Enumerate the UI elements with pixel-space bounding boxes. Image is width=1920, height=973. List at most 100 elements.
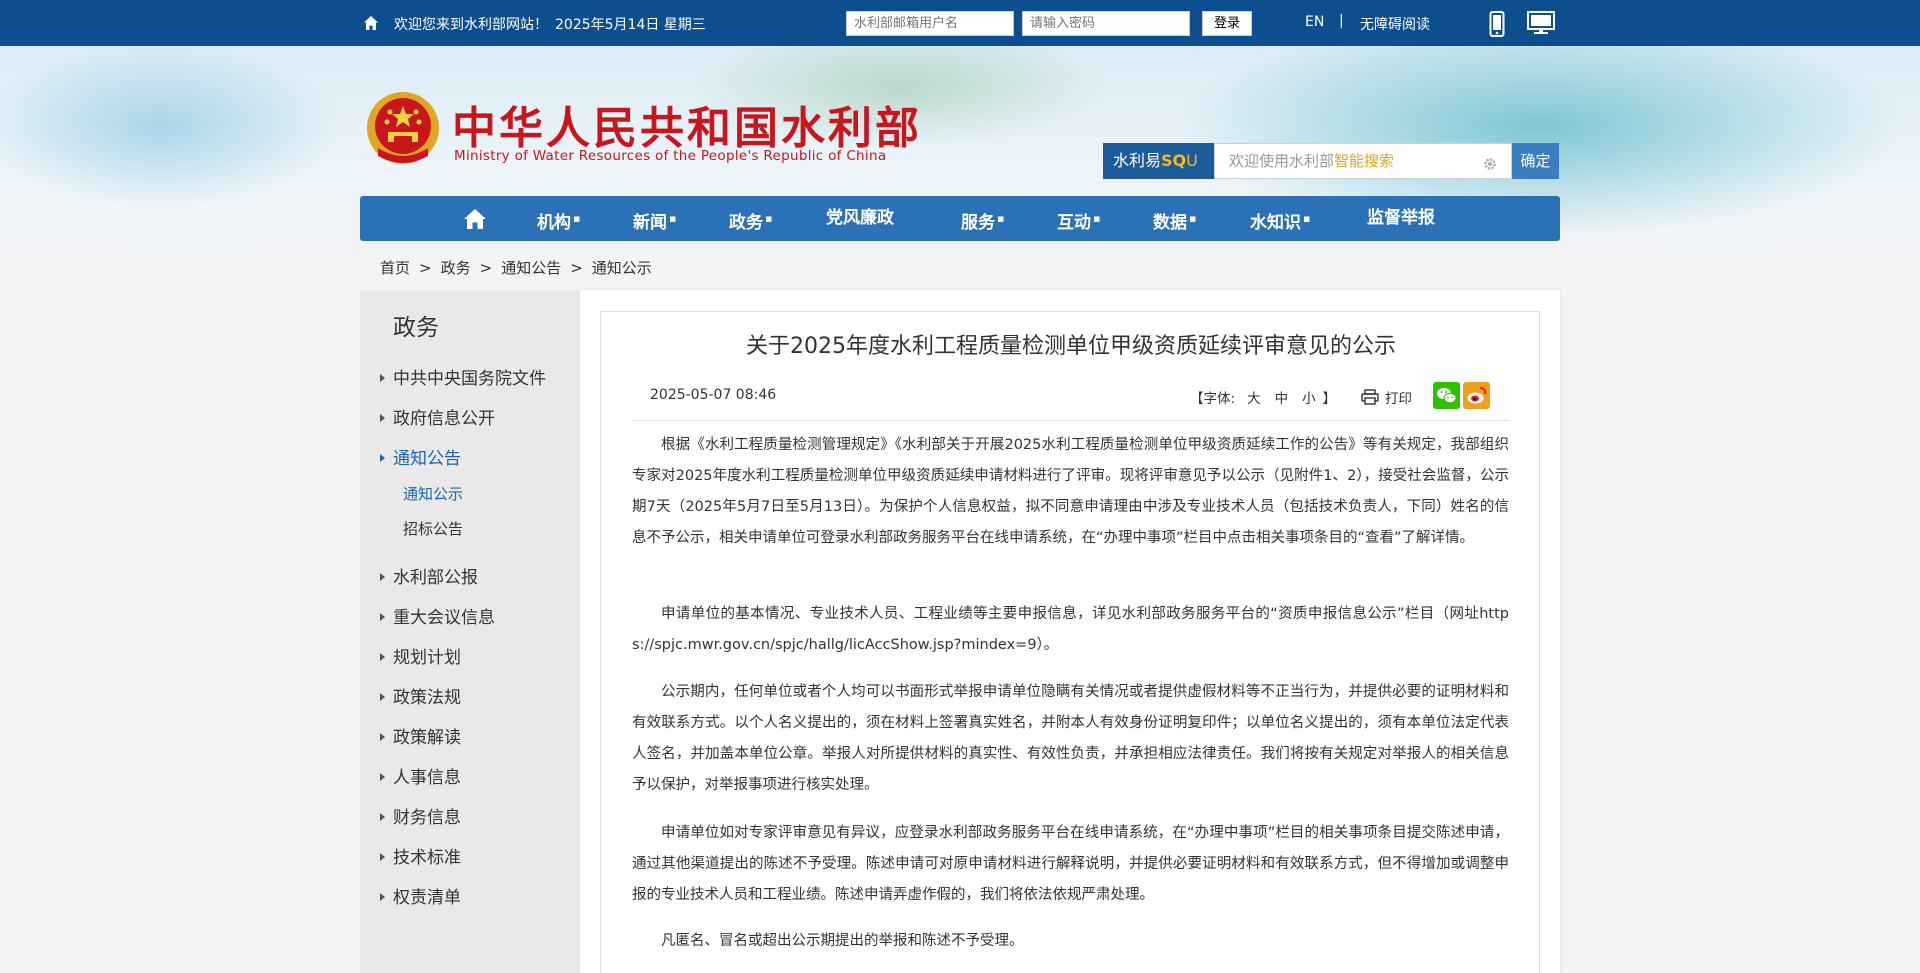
triangle-right-icon [380, 773, 385, 781]
article-paragraph: 申请单位的基本情况、专业技术人员、工程业绩等主要申报信息，详见水利部政务服务平台… [632, 606, 1509, 653]
nav-item-label: 水知识 [1250, 213, 1301, 233]
sidebar-item-tongzhigonggao[interactable]: 通知公告 [380, 444, 461, 469]
breadcrumb-separator: > [419, 259, 432, 277]
nav-item-dangfeng[interactable]: 党风廉政 [826, 196, 894, 241]
nav-item-label: 互动 [1057, 213, 1091, 233]
sidebar-item-label: 技术标准 [393, 848, 461, 868]
sidebar-item-zhonggong[interactable]: 中共中央国务院文件 [380, 364, 546, 389]
triangle-right-icon [380, 374, 385, 382]
breadcrumb-separator: > [570, 259, 583, 277]
english-link[interactable]: EN [1305, 14, 1324, 30]
sidebar-subitem-tongzhigongshi[interactable]: 通知公示 [403, 483, 463, 504]
nav-item-fuwu[interactable]: 服务 ▪ [961, 196, 1004, 241]
sidebar-item-label: 人事信息 [393, 768, 461, 788]
triangle-right-icon [380, 853, 385, 861]
nav-item-shuizhishi[interactable]: 水知识 ▪ [1250, 196, 1310, 241]
nav-item-xinwen[interactable]: 新闻 ▪ [633, 196, 676, 241]
article-paragraph: 公示期内，任何单位或者个人均可以书面形式举报申请单位隐瞒有关情况或者提供虚假材料… [632, 684, 1509, 793]
breadcrumb-separator: > [479, 259, 493, 277]
sidebar-item-xinxigongkai[interactable]: 政府信息公开 [380, 404, 495, 429]
search-brand-s: S [1161, 151, 1173, 170]
font-label-close: 】 [1322, 391, 1337, 407]
search-placeholder-highlight: 智能搜索 [1334, 152, 1395, 170]
home-icon[interactable] [363, 15, 379, 31]
search-brand-prefix: 水利易 [1113, 151, 1162, 170]
sidebar-item-caiwu[interactable]: 财务信息 [380, 803, 461, 828]
breadcrumb: 首页 > 政务 > 通知公告 > 通知公示 [380, 257, 652, 278]
search-input[interactable]: 欢迎使用水利部智能搜索 [1214, 143, 1512, 179]
nav-item-label: 机构 [537, 213, 571, 233]
home-icon[interactable] [463, 208, 487, 230]
breadcrumb-tongzhi[interactable]: 通知公告 [501, 257, 561, 278]
triangle-right-icon [380, 414, 385, 422]
printer-icon[interactable] [1361, 389, 1379, 405]
font-small-button[interactable]: 小 [1302, 391, 1316, 407]
sidebar-item-gongbao[interactable]: 水利部公报 [380, 563, 478, 588]
nav-item-label: 数据 [1153, 213, 1187, 233]
desktop-icon[interactable] [1527, 11, 1555, 35]
nav-item-jiandu[interactable]: 监督举报 [1367, 196, 1435, 241]
gear-icon[interactable] [1483, 157, 1497, 171]
sidebar-item-huiyi[interactable]: 重大会议信息 [380, 603, 495, 628]
triangle-right-icon [380, 813, 385, 821]
font-medium-button[interactable]: 中 [1275, 391, 1289, 407]
font-size-control: 【字体: 大中小】 [1190, 387, 1336, 407]
dropdown-dot-icon: ▪ [997, 212, 1005, 225]
nav-item-hudong[interactable]: 互动 ▪ [1057, 196, 1100, 241]
breadcrumb-zhengwu[interactable]: 政务 [441, 257, 471, 278]
sidebar-item-label: 通知公告 [393, 449, 461, 469]
nav-item-zhengwu[interactable]: 政务 ▪ [729, 196, 772, 241]
sidebar-item-biaozhun[interactable]: 技术标准 [380, 843, 461, 868]
weibo-icon[interactable] [1463, 382, 1490, 409]
breadcrumb-home[interactable]: 首页 [380, 257, 410, 278]
top-bar: 欢迎您来到水利部网站！ 2025年5月14日 星期三 登录 EN | 无障碍阅读 [0, 0, 1920, 46]
site-title-english[interactable]: Ministry of Water Resources of the Peopl… [454, 148, 886, 164]
search-placeholder: 欢迎使用水利部 [1229, 152, 1335, 170]
accessibility-link[interactable]: 无障碍阅读 [1360, 14, 1430, 34]
national-emblem-icon[interactable] [364, 90, 442, 170]
font-large-button[interactable]: 大 [1247, 391, 1261, 407]
sidebar-item-fagui[interactable]: 政策法规 [380, 683, 461, 708]
nav-item-jigou[interactable]: 机构 ▪ [537, 196, 580, 241]
triangle-right-icon [380, 893, 385, 901]
sidebar-item-label: 水利部公报 [393, 568, 478, 588]
sidebar-item-label: 政府信息公开 [393, 409, 495, 429]
sidebar-subitem-zhaobiao[interactable]: 招标公告 [403, 518, 463, 539]
article-paragraph: 申请单位如对专家评审意见有异议，应登录水利部政务服务平台在线申请系统，在“办理中… [632, 825, 1509, 903]
site-title[interactable]: 中华人民共和国水利部 [452, 92, 922, 156]
nav-item-label: 新闻 [633, 213, 667, 233]
phone-icon[interactable] [1489, 11, 1505, 37]
search-brand: 水利易SQU [1103, 143, 1214, 179]
login-button[interactable]: 登录 [1202, 11, 1252, 36]
header-banner [0, 46, 1920, 296]
triangle-right-icon [380, 733, 385, 741]
sidebar-item-jiedu[interactable]: 政策解读 [380, 723, 461, 748]
triangle-right-icon [380, 693, 385, 701]
triangle-right-icon [380, 613, 385, 621]
print-button[interactable]: 打印 [1385, 387, 1412, 407]
nav-item-label: 监督举报 [1367, 208, 1435, 228]
dropdown-dot-icon: ▪ [1303, 212, 1311, 225]
nav-item-label: 党风廉政 [826, 208, 894, 228]
sidebar-item-renshi[interactable]: 人事信息 [380, 763, 461, 788]
article: 关于2025年度水利工程质量检测单位甲级资质延续评审意见的公示 2025-05-… [600, 311, 1540, 973]
sidebar-item-label: 中共中央国务院文件 [393, 369, 546, 389]
main-nav: 机构 ▪ 新闻 ▪ 政务 ▪ 党风廉政 服务 ▪ 互动 ▪ 数据 ▪ 水知识 ▪ 监督举报 [360, 196, 1560, 241]
sidebar-item-quanze[interactable]: 权责清单 [380, 883, 461, 908]
triangle-right-icon [380, 653, 385, 661]
dropdown-dot-icon: ▪ [765, 212, 773, 225]
wechat-icon[interactable] [1433, 382, 1460, 409]
search-button[interactable]: 确定 [1512, 143, 1559, 179]
nav-item-shuju[interactable]: 数据 ▪ [1153, 196, 1196, 241]
sidebar: 政务 中共中央国务院文件 政府信息公开 通知公告 通知公示 招标公告 水利部公报… [360, 290, 579, 973]
sidebar-item-guihua[interactable]: 规划计划 [380, 643, 461, 668]
article-title: 关于2025年度水利工程质量检测单位甲级资质延续评审意见的公示 [746, 334, 1396, 359]
sidebar-title: 政务 [393, 315, 439, 341]
sidebar-item-label: 政策解读 [393, 728, 461, 748]
dropdown-dot-icon: ▪ [573, 212, 581, 225]
welcome-text: 欢迎您来到水利部网站！ [394, 17, 548, 33]
breadcrumb-current[interactable]: 通知公示 [592, 257, 652, 278]
username-input[interactable] [846, 11, 1014, 36]
site-search: 水利易SQU 欢迎使用水利部智能搜索 确定 [1103, 143, 1559, 179]
password-input[interactable] [1022, 11, 1190, 36]
